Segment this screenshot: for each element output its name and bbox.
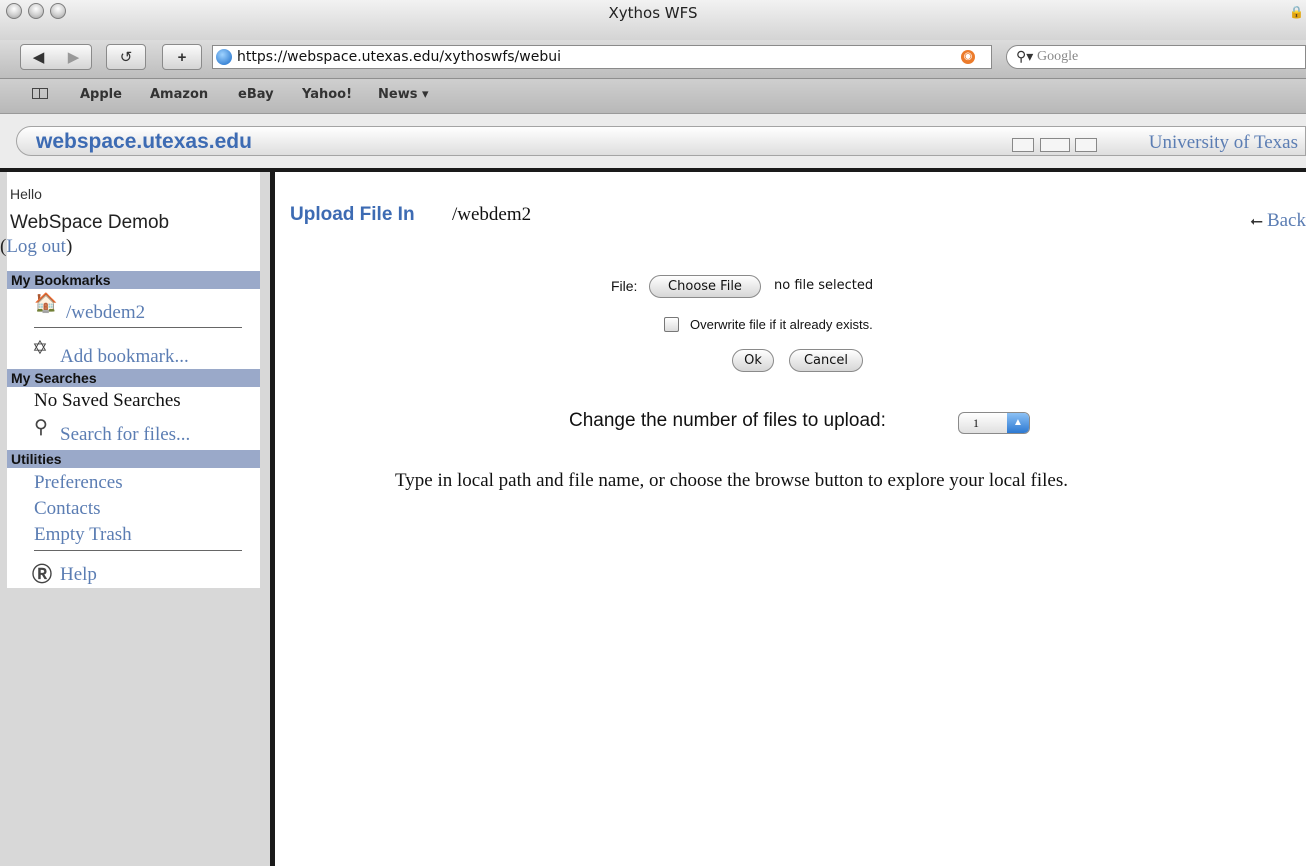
site-title[interactable]: webspace.utexas.edu [36, 130, 252, 154]
site-header: webspace.utexas.edu University of Texas [0, 114, 1306, 168]
bookmark-webdem2[interactable]: /webdem2 [66, 302, 145, 324]
add-bookmark-link[interactable]: Add bookmark... [60, 346, 189, 368]
book-icon[interactable] [32, 88, 48, 99]
user-name: WebSpace Demob [10, 212, 170, 233]
logout-link[interactable]: Log out [6, 236, 66, 257]
greeting: Hello [10, 186, 42, 202]
back-icon: ⭠ [1250, 213, 1267, 230]
no-saved-searches: No Saved Searches [34, 390, 181, 411]
search-placeholder: Google [1037, 49, 1079, 64]
files-count-select[interactable]: 1 ▲ [958, 412, 1030, 434]
back-link[interactable]: ⭠ Back [1250, 210, 1306, 232]
back-forward-buttons[interactable]: ◀ ▶ [20, 44, 92, 70]
utilities-header: Utilities [7, 450, 260, 468]
university-link[interactable]: University of Texas [1149, 132, 1298, 154]
ok-button[interactable]: Ok [732, 349, 774, 372]
add-icon: + [177, 48, 187, 66]
search-files-link[interactable]: Search for files... [60, 424, 190, 446]
chevron-updown-icon[interactable]: ▲ [1007, 413, 1029, 433]
lock-icon: 🔒 [1289, 5, 1304, 19]
logout-wrapper: (Log out) [0, 236, 72, 258]
overwrite-label[interactable]: Overwrite file if it already exists. [690, 317, 873, 332]
bookmarks-bar: Apple Amazon eBay Yahoo! News ▾ [0, 79, 1306, 114]
add-bookmark-button[interactable]: + [162, 44, 202, 70]
change-files-label: Change the number of files to upload: [569, 410, 886, 431]
my-searches-header: My Searches [7, 369, 260, 387]
upload-instructions: Type in local path and file name, or cho… [395, 470, 1068, 491]
current-path: /webdem2 [452, 204, 532, 225]
my-bookmarks-header: My Bookmarks [7, 271, 260, 289]
window-title: Xythos WFS [608, 4, 698, 22]
back-arrow-icon[interactable]: ◀ [33, 48, 45, 66]
back-label[interactable]: Back [1267, 210, 1306, 231]
help-link[interactable]: Help [60, 564, 97, 586]
bookmark-apple[interactable]: Apple [80, 87, 122, 102]
search-field[interactable]: ⚲▾ Google [1006, 45, 1306, 69]
help-icon: Ⓡ [32, 564, 52, 586]
contacts-link[interactable]: Contacts [34, 498, 101, 520]
no-file-selected: no file selected [774, 278, 874, 293]
magnifier-icon[interactable]: ⚲▾ [1016, 48, 1033, 65]
reload-icon: ↺ [119, 49, 133, 66]
bookmark-ebay[interactable]: eBay [238, 87, 274, 102]
overwrite-checkbox[interactable] [664, 317, 679, 332]
folder-icon [1012, 138, 1034, 152]
sidebar: Hello WebSpace Demob (Log out) My Bookma… [0, 172, 270, 866]
globe-icon [216, 49, 232, 65]
file-label: File: [611, 278, 638, 294]
bookmark-news[interactable]: News ▾ [378, 87, 429, 102]
bookmark-add-icon: ✡ [32, 338, 48, 359]
reload-button[interactable]: ↺ [106, 44, 146, 70]
search-icon: ⚲ [34, 417, 48, 438]
choose-file-button[interactable]: Choose File [649, 275, 761, 298]
preferences-link[interactable]: Preferences [34, 472, 123, 494]
page-title: Upload File In [290, 204, 415, 225]
bookmark-yahoo[interactable]: Yahoo! [302, 87, 352, 102]
files-count-value: 1 [973, 416, 979, 430]
cancel-button[interactable]: Cancel [789, 349, 863, 372]
sidebar-divider [34, 550, 242, 551]
forward-arrow-icon[interactable]: ▶ [68, 48, 80, 66]
address-bar[interactable]: https://webspace.utexas.edu/xythoswfs/we… [212, 45, 992, 69]
address-url[interactable]: https://webspace.utexas.edu/xythoswfs/we… [237, 49, 561, 65]
folder-icon [1040, 138, 1070, 152]
empty-trash-link[interactable]: Empty Trash [34, 524, 132, 546]
folder-icon [1075, 138, 1097, 152]
house-icon: 🏠 [34, 293, 58, 314]
logout-close-paren: ) [65, 236, 73, 257]
sidebar-divider [34, 327, 242, 328]
bookmark-amazon[interactable]: Amazon [150, 87, 208, 102]
sidebar-divider-bar [270, 172, 275, 866]
rss-icon[interactable]: ◉ [961, 50, 975, 64]
window-titlebar: Xythos WFS 🔒 [0, 0, 1306, 41]
